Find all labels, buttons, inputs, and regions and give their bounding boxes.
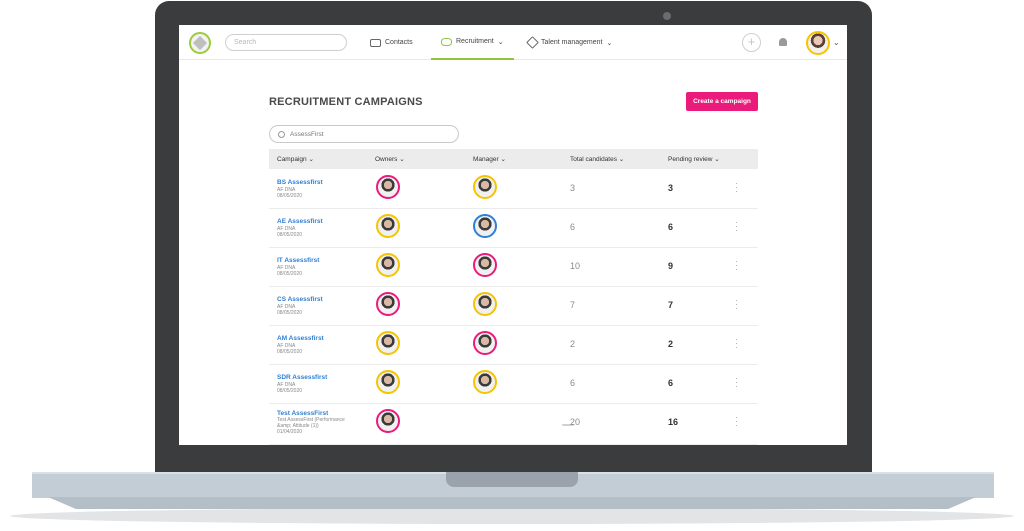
- chevron-down-icon: ⌄: [606, 39, 613, 47]
- laptop-base-bottom: [48, 497, 976, 509]
- campaign-meta: AF DNA 08/05/2020: [277, 343, 303, 355]
- nav-contacts-label: Contacts: [385, 39, 413, 46]
- campaign-name[interactable]: AM Assessfirst: [277, 335, 324, 342]
- total-candidates: 6: [570, 222, 576, 232]
- table-row[interactable]: CS Assessfirst AF DNA 08/05/2020 7 7 · · ·: [269, 287, 758, 326]
- manager-avatar[interactable]: [473, 214, 497, 238]
- more-options-icon[interactable]: · · ·: [735, 413, 738, 430]
- campaign-meta: AF DNA 08/05/2020: [277, 226, 303, 238]
- pending-review: 16: [668, 417, 679, 427]
- total-candidates: 2: [570, 339, 576, 349]
- manager-avatar[interactable]: [473, 292, 497, 316]
- owner-avatar[interactable]: [376, 292, 400, 316]
- more-options-icon[interactable]: · · ·: [735, 218, 738, 235]
- total-candidates: 6: [570, 378, 576, 388]
- campaign-meta: AF DNA 08/05/2020: [277, 304, 303, 316]
- owner-avatar[interactable]: [376, 214, 400, 238]
- owner-avatar[interactable]: [376, 331, 400, 355]
- campaign-meta: Test AssessFirst (Performance &amp; Atti…: [277, 417, 345, 435]
- table-header: Campaign ⌄ Owners ⌄ Manager ⌄ Total cand…: [269, 149, 758, 169]
- more-options-icon[interactable]: · · ·: [735, 257, 738, 274]
- app-logo[interactable]: [189, 32, 211, 54]
- header-total-candidates[interactable]: Total candidates ⌄: [570, 155, 624, 163]
- header-campaign[interactable]: Campaign ⌄: [277, 155, 314, 163]
- recruitment-icon: [441, 37, 452, 46]
- campaign-meta: AF DNA 08/05/2020: [277, 382, 303, 394]
- total-candidates: 7: [570, 300, 576, 310]
- table-row[interactable]: SDR Assessfirst AF DNA 08/05/2020 6 6 · · ·: [269, 365, 758, 404]
- nav-recruitment-label: Recruitment: [456, 38, 494, 45]
- nav-recruitment[interactable]: Recruitment ⌄: [431, 25, 514, 60]
- chevron-down-icon[interactable]: ⌄: [833, 38, 840, 47]
- owner-avatar[interactable]: [376, 409, 400, 433]
- pending-review: 9: [668, 261, 674, 271]
- campaign-meta: AF DNA 08/05/2020: [277, 187, 303, 199]
- header-manager[interactable]: Manager ⌄: [473, 155, 506, 163]
- camera: [663, 12, 671, 20]
- page-title: RECRUITMENT CAMPAIGNS: [269, 96, 423, 108]
- campaign-search-value: AssessFirst: [290, 130, 324, 138]
- campaign-search-input[interactable]: AssessFirst: [269, 125, 459, 143]
- pending-review: 2: [668, 339, 674, 349]
- laptop-notch: [446, 472, 578, 487]
- owner-avatar[interactable]: [376, 253, 400, 277]
- table-row[interactable]: AE Assessfirst AF DNA 08/05/2020 6 6 · · ·: [269, 209, 758, 248]
- pending-review: 7: [668, 300, 674, 310]
- campaign-name[interactable]: Test AssessFirst: [277, 410, 328, 417]
- total-candidates: 20: [570, 417, 581, 427]
- owner-avatar[interactable]: [376, 370, 400, 394]
- more-options-icon[interactable]: · · ·: [735, 335, 738, 352]
- laptop-shadow: [10, 508, 1014, 524]
- table-row[interactable]: Test AssessFirst Test AssessFirst (Perfo…: [269, 404, 758, 445]
- add-button[interactable]: +: [742, 33, 761, 52]
- total-candidates: 3: [570, 183, 576, 193]
- pending-review: 3: [668, 183, 674, 193]
- manager-avatar[interactable]: [473, 331, 497, 355]
- bell-icon[interactable]: [779, 38, 787, 46]
- nav-talent-label: Talent management: [541, 39, 603, 46]
- chevron-down-icon: ⌄: [497, 38, 504, 46]
- app-screen: Search Contacts Recruitment ⌄ Talent man…: [179, 25, 847, 445]
- campaign-meta: AF DNA 08/05/2020: [277, 265, 303, 277]
- more-options-icon[interactable]: · · ·: [735, 296, 738, 313]
- campaign-name[interactable]: SDR Assessfirst: [277, 374, 327, 381]
- top-navigation: Search Contacts Recruitment ⌄ Talent man…: [179, 25, 847, 60]
- manager-avatar[interactable]: [473, 253, 497, 277]
- campaign-name[interactable]: IT Assessfirst: [277, 257, 319, 264]
- campaign-name[interactable]: BS Assessfirst: [277, 179, 323, 186]
- nav-talent-management[interactable]: Talent management ⌄: [526, 25, 613, 60]
- header-owners[interactable]: Owners ⌄: [375, 155, 405, 163]
- header-pending-review[interactable]: Pending review ⌄: [668, 155, 720, 163]
- pending-review: 6: [668, 222, 674, 232]
- diamond-icon: [526, 36, 539, 49]
- more-options-icon[interactable]: · · ·: [735, 374, 738, 391]
- more-options-icon[interactable]: · · ·: [735, 179, 738, 196]
- pending-review: 6: [668, 378, 674, 388]
- campaign-name[interactable]: CS Assessfirst: [277, 296, 323, 303]
- search-icon: [278, 130, 285, 138]
- table-row[interactable]: IT Assessfirst AF DNA 08/05/2020 10 9 · · ·: [269, 248, 758, 287]
- manager-avatar[interactable]: [473, 370, 497, 394]
- contacts-icon: [370, 38, 381, 47]
- table-row[interactable]: AM Assessfirst AF DNA 08/05/2020 2 2 · · ·: [269, 326, 758, 365]
- owner-avatar[interactable]: [376, 175, 400, 199]
- manager-avatar[interactable]: [473, 175, 497, 199]
- table-row[interactable]: BS Assessfirst AF DNA 08/05/2020 3 3 · · ·: [269, 170, 758, 209]
- create-campaign-button[interactable]: Create a campaign: [686, 92, 758, 111]
- nav-contacts[interactable]: Contacts: [370, 25, 413, 60]
- total-candidates: 10: [570, 261, 581, 271]
- user-avatar[interactable]: [806, 31, 830, 55]
- search-input[interactable]: Search: [225, 34, 347, 51]
- campaign-name[interactable]: AE Assessfirst: [277, 218, 323, 225]
